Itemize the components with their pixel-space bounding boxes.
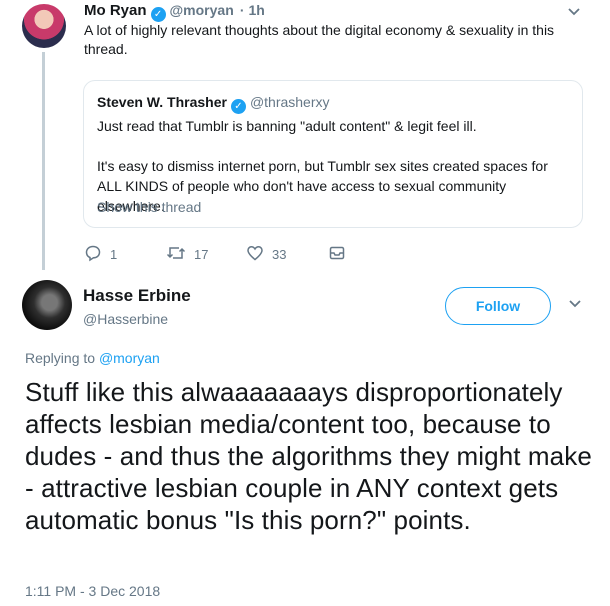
replying-to-line: Replying to @moryan (25, 350, 160, 366)
tweet-actions: 1 17 33 (84, 244, 354, 265)
retweet-count: 17 (194, 247, 209, 262)
replying-prefix: Replying to (25, 350, 96, 366)
time-ago[interactable]: · 1h (240, 2, 265, 18)
verified-icon: ✓ (150, 7, 166, 22)
main-tweet-text: Stuff like this alwaaaaaaays disproporti… (25, 377, 592, 535)
avatar-hasse-erbine[interactable] (22, 280, 72, 330)
verified-icon: ✓ (230, 99, 246, 114)
reply-button[interactable]: 1 (84, 244, 166, 265)
thread-connector-line (42, 52, 45, 270)
parent-tweet-text: A lot of highly relevant thoughts about … (84, 22, 555, 57)
parent-tweet-header: Mo Ryan ✓ @moryan · 1h (84, 0, 265, 22)
quoted-author-handle: @thrasherxy (249, 94, 330, 110)
follow-button[interactable]: Follow (445, 287, 551, 325)
author-handle[interactable]: @moryan (170, 2, 234, 18)
like-count: 33 (272, 247, 287, 262)
replying-to-link[interactable]: @moryan (99, 350, 160, 366)
chevron-down-icon[interactable] (567, 4, 581, 20)
quoted-paragraph-1: Just read that Tumblr is banning "adult … (97, 118, 477, 134)
message-button[interactable] (328, 244, 354, 265)
author-name[interactable]: Mo Ryan (84, 2, 147, 19)
chevron-down-icon[interactable] (568, 296, 582, 312)
avatar-mo-ryan[interactable] (22, 4, 66, 48)
retweet-icon (166, 244, 194, 265)
show-thread-link[interactable]: Show this thread (97, 199, 201, 215)
reply-count: 1 (110, 247, 118, 262)
tweet-timestamp[interactable]: 1:11 PM - 3 Dec 2018 (25, 583, 160, 599)
main-author-handle[interactable]: @Hasserbine (83, 311, 168, 327)
message-icon (328, 244, 354, 265)
main-author-name[interactable]: Hasse Erbine (83, 286, 191, 306)
reply-icon (84, 244, 110, 265)
like-icon (246, 244, 272, 265)
retweet-button[interactable]: 17 (166, 244, 246, 265)
like-button[interactable]: 33 (246, 244, 328, 265)
quoted-author-name: Steven W. Thrasher (97, 94, 227, 110)
quoted-tweet-header: Steven W. Thrasher ✓ @thrasherxy (97, 93, 330, 114)
